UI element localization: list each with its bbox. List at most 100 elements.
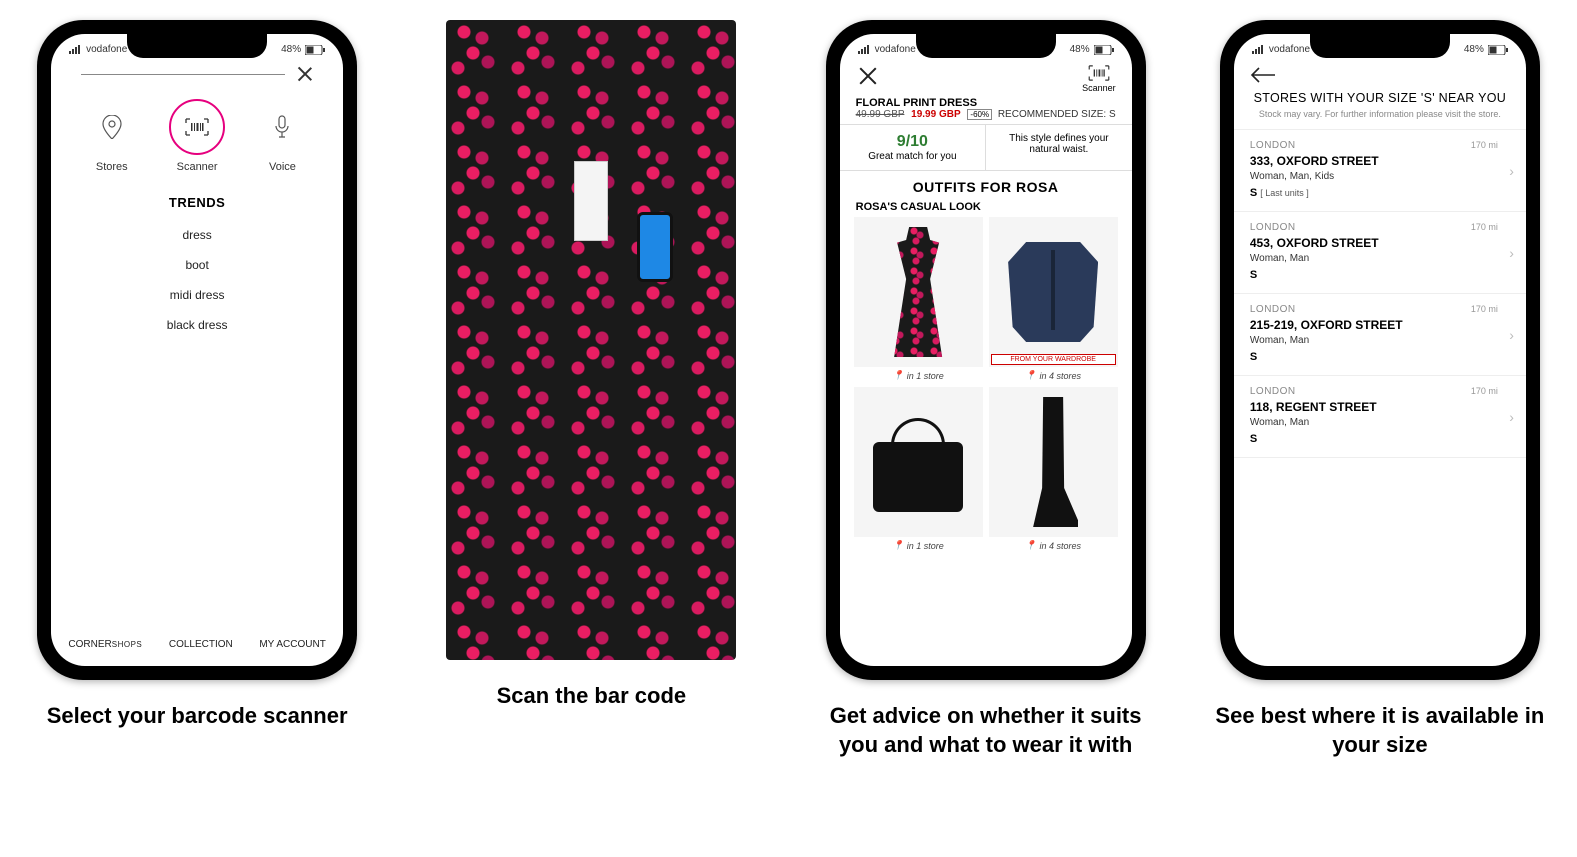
chevron-right-icon: › bbox=[1509, 163, 1514, 179]
caption-2: Scan the bar code bbox=[497, 682, 687, 711]
outfit-card-boot[interactable]: 📍in 4 stores bbox=[989, 387, 1118, 551]
store-address: 215-219, OXFORD STREET bbox=[1250, 318, 1510, 332]
barcode-icon bbox=[1088, 65, 1110, 81]
store-address: 333, OXFORD STREET bbox=[1250, 154, 1510, 168]
recommended-size: RECOMMENDED SIZE: S bbox=[998, 109, 1116, 120]
store-size: S bbox=[1250, 433, 1257, 445]
voice-button[interactable]: Voice bbox=[254, 99, 310, 173]
match-score-box: 9/10 Great match for you bbox=[840, 125, 987, 170]
store-item[interactable]: 170 mi › LONDON 453, OXFORD STREET Woman… bbox=[1234, 212, 1526, 294]
phone-frame-3: vodafone UK 48% bbox=[826, 20, 1146, 680]
product-price: 49.99 GBP 19.99 GBP -60% bbox=[856, 109, 992, 120]
col-2: Scan the bar code bbox=[404, 20, 778, 711]
phone-frame-4: vodafone UK 48% STORES WITH YOUR SIZE 'S… bbox=[1220, 20, 1540, 680]
phone-notch bbox=[127, 32, 267, 58]
store-categories: Woman, Man bbox=[1250, 253, 1510, 264]
signal-icon bbox=[1252, 45, 1266, 54]
layout-row: vodafone UK 48% bbox=[10, 20, 1567, 759]
pin-icon: 📍 bbox=[1025, 540, 1036, 551]
trend-item[interactable]: black dress bbox=[51, 310, 343, 340]
close-icon[interactable] bbox=[856, 65, 878, 87]
store-item[interactable]: 170 mi › LONDON 118, REGENT STREET Woman… bbox=[1234, 376, 1526, 458]
nav-corner-label: CORNER bbox=[68, 639, 111, 650]
stores-subtitle: Stock may vary. For further information … bbox=[1234, 109, 1526, 130]
store-item[interactable]: 170 mi › LONDON 215-219, OXFORD STREET W… bbox=[1234, 294, 1526, 376]
scanner-label: Scanner bbox=[177, 161, 218, 173]
barcode-icon bbox=[185, 118, 209, 136]
col-3: vodafone UK 48% bbox=[799, 20, 1173, 759]
pin-icon: 📍 bbox=[1025, 370, 1036, 381]
store-count: in 1 store bbox=[907, 541, 944, 551]
scanner-shortcut[interactable]: Scanner bbox=[1082, 65, 1116, 93]
store-distance: 170 mi bbox=[1471, 140, 1498, 150]
col-4: vodafone UK 48% STORES WITH YOUR SIZE 'S… bbox=[1193, 20, 1567, 759]
battery-label: 48% bbox=[1464, 44, 1484, 55]
screen-3: vodafone UK 48% bbox=[840, 34, 1132, 666]
store-count: in 4 stores bbox=[1039, 541, 1081, 551]
store-size: S bbox=[1250, 351, 1257, 363]
store-categories: Woman, Man bbox=[1250, 417, 1510, 428]
mode-icons: Stores Scanner bbox=[51, 89, 343, 187]
signal-icon bbox=[858, 45, 872, 54]
trends-header: TRENDS bbox=[51, 195, 343, 210]
match-score: 9/10 bbox=[850, 133, 976, 151]
scanner-shortcut-label: Scanner bbox=[1082, 83, 1116, 93]
jacket-image bbox=[1008, 242, 1098, 342]
voice-label: Voice bbox=[269, 161, 296, 173]
pin-icon: 📍 bbox=[893, 540, 904, 551]
store-categories: Woman, Man, Kids bbox=[1250, 171, 1510, 182]
battery-icon bbox=[1488, 45, 1508, 55]
dress-image bbox=[888, 227, 948, 357]
screen-4: vodafone UK 48% STORES WITH YOUR SIZE 'S… bbox=[1234, 34, 1526, 666]
stores-button[interactable]: Stores bbox=[84, 99, 140, 173]
pin-icon: 📍 bbox=[893, 370, 904, 381]
store-item[interactable]: 170 mi › LONDON 333, OXFORD STREET Woman… bbox=[1234, 130, 1526, 212]
scanner-button[interactable]: Scanner bbox=[169, 99, 225, 173]
look-title: ROSA'S CASUAL LOOK bbox=[840, 199, 1132, 217]
stores-title: STORES WITH YOUR SIZE 'S' NEAR YOU bbox=[1234, 85, 1526, 109]
outfit-card-dress[interactable]: 📍in 1 store bbox=[854, 217, 983, 381]
trend-item[interactable]: boot bbox=[51, 250, 343, 280]
battery-label: 48% bbox=[281, 44, 301, 55]
caption-1: Select your barcode scanner bbox=[47, 702, 348, 731]
discount-badge: -60% bbox=[967, 109, 992, 120]
trend-item[interactable]: midi dress bbox=[51, 280, 343, 310]
new-price: 19.99 GBP bbox=[911, 109, 960, 120]
product-title: FLORAL PRINT DRESS bbox=[856, 97, 992, 109]
s3-topbar: Scanner bbox=[840, 59, 1132, 95]
battery-icon bbox=[305, 45, 325, 55]
wardrobe-tag: FROM YOUR WARDROBE bbox=[991, 354, 1116, 365]
store-distance: 170 mi bbox=[1471, 386, 1498, 396]
stores-label: Stores bbox=[96, 161, 128, 173]
caption-3: Get advice on whether it suits you and w… bbox=[821, 702, 1151, 759]
match-score-sub: Great match for you bbox=[850, 151, 976, 162]
store-size: S bbox=[1250, 187, 1257, 199]
nav-corner[interactable]: CORNERSHOPS bbox=[68, 639, 142, 650]
last-units: [ Last units ] bbox=[1260, 188, 1309, 198]
nav-account[interactable]: MY ACCOUNT bbox=[259, 639, 326, 650]
store-size: S bbox=[1250, 269, 1257, 281]
store-address: 118, REGENT STREET bbox=[1250, 400, 1510, 414]
phone-in-hand bbox=[637, 212, 673, 282]
old-price: 49.99 GBP bbox=[856, 109, 905, 120]
caption-4: See best where it is available in your s… bbox=[1215, 702, 1545, 759]
store-address: 453, OXFORD STREET bbox=[1250, 236, 1510, 250]
outfit-card-bag[interactable]: 📍in 1 store bbox=[854, 387, 983, 551]
phone-notch bbox=[1310, 32, 1450, 58]
search-underline[interactable] bbox=[81, 74, 285, 75]
store-distance: 170 mi bbox=[1471, 222, 1498, 232]
nav-collection[interactable]: COLLECTION bbox=[169, 639, 233, 650]
store-categories: Woman, Man bbox=[1250, 335, 1510, 346]
close-icon[interactable] bbox=[295, 65, 313, 83]
trend-item[interactable]: dress bbox=[51, 220, 343, 250]
store-distance: 170 mi bbox=[1471, 304, 1498, 314]
battery-icon bbox=[1094, 45, 1114, 55]
signal-icon bbox=[69, 45, 83, 54]
mic-icon bbox=[274, 115, 290, 139]
chevron-right-icon: › bbox=[1509, 327, 1514, 343]
back-button[interactable] bbox=[1234, 59, 1526, 85]
price-tag bbox=[574, 161, 608, 241]
search-row bbox=[81, 65, 313, 83]
pin-icon bbox=[102, 115, 122, 139]
outfit-card-jacket[interactable]: FROM YOUR WARDROBE 📍in 4 stores bbox=[989, 217, 1118, 381]
